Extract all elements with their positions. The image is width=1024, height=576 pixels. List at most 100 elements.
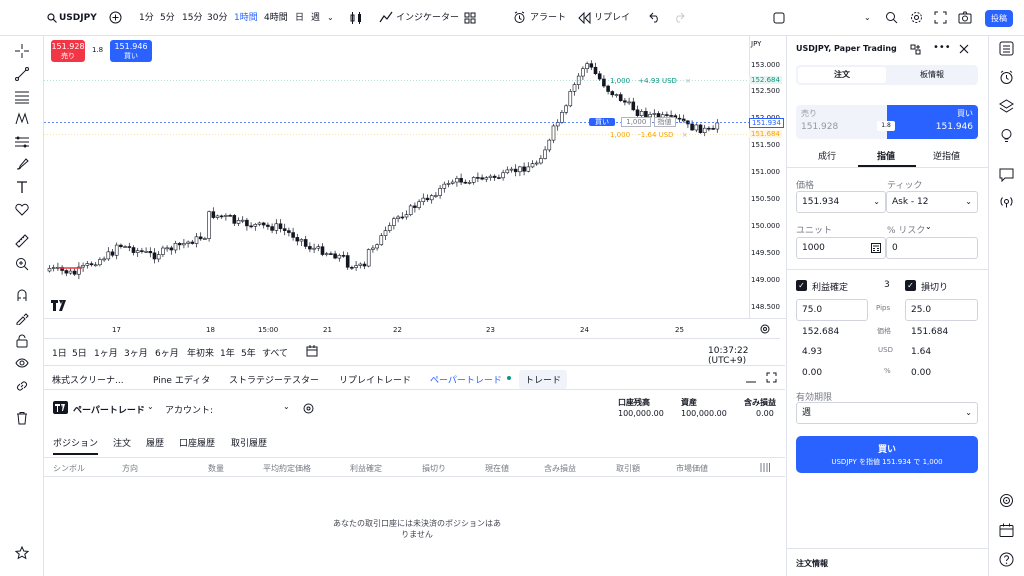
- goto-date-icon[interactable]: [306, 345, 318, 357]
- tab-replay-trade[interactable]: リプレイトレード: [339, 373, 411, 386]
- range-5y[interactable]: 5年: [241, 346, 256, 359]
- undo-icon[interactable]: [649, 12, 661, 23]
- sl-usd-input[interactable]: 1.64: [905, 341, 978, 363]
- type-market[interactable]: 成行: [818, 149, 836, 162]
- indicators-button[interactable]: インジケーター: [396, 0, 459, 36]
- broker-dropdown-icon[interactable]: ⌄: [147, 402, 154, 411]
- star-icon[interactable]: [15, 546, 29, 560]
- order-info-heading[interactable]: 注文情報: [796, 558, 828, 569]
- tp-pips-input[interactable]: 75.0: [796, 299, 868, 321]
- interval-15m[interactable]: 15分: [182, 0, 202, 36]
- fullscreen-icon[interactable]: [934, 11, 947, 24]
- subtab-account-history[interactable]: 口座履歴: [179, 436, 215, 449]
- minimize-icon[interactable]: [746, 374, 756, 384]
- ideas-icon[interactable]: [999, 128, 1014, 143]
- indicators-icon[interactable]: [379, 11, 393, 24]
- col-avg-price[interactable]: 平均約定価格: [263, 463, 311, 474]
- tab-paper-trading[interactable]: ペーパートレード: [430, 373, 502, 386]
- zoom-in-icon[interactable]: [15, 257, 29, 271]
- tp-price-input[interactable]: 152.684: [796, 321, 868, 343]
- calendar-icon[interactable]: [999, 523, 1014, 538]
- entry-order-line[interactable]: 買い 1,000 指値 ×: [589, 116, 688, 128]
- dom-icon[interactable]: [910, 44, 921, 55]
- quick-sell-button[interactable]: 151.928 売り: [51, 40, 85, 62]
- tp-usd-input[interactable]: 4.93: [796, 341, 868, 363]
- link-icon[interactable]: [15, 379, 29, 393]
- type-stop[interactable]: 逆指値: [933, 149, 960, 162]
- risk-input[interactable]: 0: [886, 237, 978, 259]
- col-side[interactable]: 方向: [122, 463, 138, 474]
- target-icon[interactable]: [999, 493, 1014, 508]
- brush-icon[interactable]: [15, 157, 29, 171]
- col-symbol[interactable]: シンボル: [53, 463, 85, 474]
- range-1y[interactable]: 1年: [220, 346, 235, 359]
- publish-button[interactable]: 投稿: [985, 10, 1013, 27]
- redo-icon[interactable]: [673, 12, 685, 23]
- interval-30m[interactable]: 30分: [207, 0, 227, 36]
- price-dropdown-icon[interactable]: ⌄: [873, 192, 880, 212]
- col-unrealized[interactable]: 含み損益: [544, 463, 576, 474]
- text-icon[interactable]: [15, 180, 29, 194]
- col-last[interactable]: 現在値: [485, 463, 509, 474]
- range-6m[interactable]: 6ヶ月: [155, 346, 179, 359]
- submit-buy-button[interactable]: 買い USDJPY を指値 151.934 で 1,000: [796, 436, 978, 473]
- add-symbol-icon[interactable]: [109, 11, 122, 24]
- tp-order-line[interactable]: 1,000 +4.93 USD ×: [610, 76, 691, 87]
- eye-icon[interactable]: [15, 356, 29, 370]
- lock-drawing-icon[interactable]: [15, 311, 29, 325]
- prediction-icon[interactable]: [15, 135, 29, 149]
- expiry-dropdown-icon[interactable]: ⌄: [965, 403, 972, 423]
- col-stop-loss[interactable]: 損切り: [422, 463, 446, 474]
- sl-close-icon[interactable]: ×: [682, 131, 688, 139]
- heart-icon[interactable]: [15, 203, 29, 217]
- take-profit-checkbox[interactable]: ✓: [796, 280, 807, 291]
- subtab-positions[interactable]: ポジション: [53, 436, 99, 455]
- quick-search-icon[interactable]: [885, 11, 898, 24]
- symbol-search[interactable]: USDJPY: [59, 0, 97, 36]
- interval-4h[interactable]: 4時間: [264, 0, 288, 36]
- calculator-icon[interactable]: [871, 243, 881, 253]
- tab-pine-editor[interactable]: Pine エディタ: [153, 373, 210, 386]
- more-icon[interactable]: •••: [933, 42, 951, 53]
- trend-line-icon[interactable]: [15, 67, 29, 81]
- sell-price-button[interactable]: 売り 151.928: [796, 105, 887, 139]
- range-1m[interactable]: 1ヶ月: [94, 346, 118, 359]
- layout-window-icon[interactable]: [773, 12, 785, 24]
- pattern-icon[interactable]: [15, 112, 29, 126]
- tp-close-icon[interactable]: ×: [685, 77, 691, 85]
- settings-icon[interactable]: [910, 11, 923, 24]
- sl-price-input[interactable]: 151.684: [905, 321, 978, 343]
- lock-icon[interactable]: [15, 334, 29, 348]
- range-5d[interactable]: 5日: [72, 346, 87, 359]
- layers-icon[interactable]: [999, 99, 1014, 114]
- signal-icon[interactable]: [999, 194, 1014, 209]
- layout-dropdown-icon[interactable]: ⌄: [864, 0, 871, 36]
- tab-trade[interactable]: トレード: [519, 370, 568, 389]
- stop-loss-checkbox[interactable]: ✓: [905, 280, 916, 291]
- tick-input[interactable]: Ask - 12 ⌄: [886, 191, 978, 213]
- tick-dropdown-icon[interactable]: ⌄: [965, 192, 972, 212]
- sl-order-line[interactable]: 1,000 -1.64 USD ×: [610, 130, 688, 141]
- alert-button[interactable]: アラート: [530, 0, 566, 36]
- interval-1h[interactable]: 1時間: [234, 0, 258, 36]
- range-1d[interactable]: 1日: [52, 346, 67, 359]
- price-input[interactable]: 151.934 ⌄: [796, 191, 886, 213]
- quick-buy-button[interactable]: 151.946 買い: [110, 40, 152, 62]
- watchlist-icon[interactable]: [999, 41, 1014, 56]
- trash-icon[interactable]: [15, 411, 29, 425]
- alerts-clock-icon[interactable]: [999, 70, 1014, 85]
- chart-pane[interactable]: 151.928 売り 1.8 151.946 買い JPY 153.000 15…: [44, 36, 786, 338]
- search-icon[interactable]: [47, 13, 57, 23]
- tab-order-book[interactable]: 板情報: [888, 67, 976, 83]
- risk-dropdown-icon[interactable]: ⌄: [925, 222, 932, 231]
- replay-button[interactable]: リプレイ: [594, 0, 630, 36]
- broker-name[interactable]: ペーパートレード: [73, 403, 145, 416]
- candle-type-icon[interactable]: [350, 11, 362, 25]
- subtab-history[interactable]: 履歴: [146, 436, 164, 449]
- ruler-icon[interactable]: [15, 234, 29, 248]
- subtab-orders[interactable]: 注文: [113, 436, 131, 449]
- maximize-icon[interactable]: [766, 372, 777, 383]
- interval-1d[interactable]: 日: [295, 0, 304, 36]
- expiry-select[interactable]: 週 ⌄: [796, 402, 978, 424]
- interval-dropdown-icon[interactable]: ⌄: [327, 0, 334, 36]
